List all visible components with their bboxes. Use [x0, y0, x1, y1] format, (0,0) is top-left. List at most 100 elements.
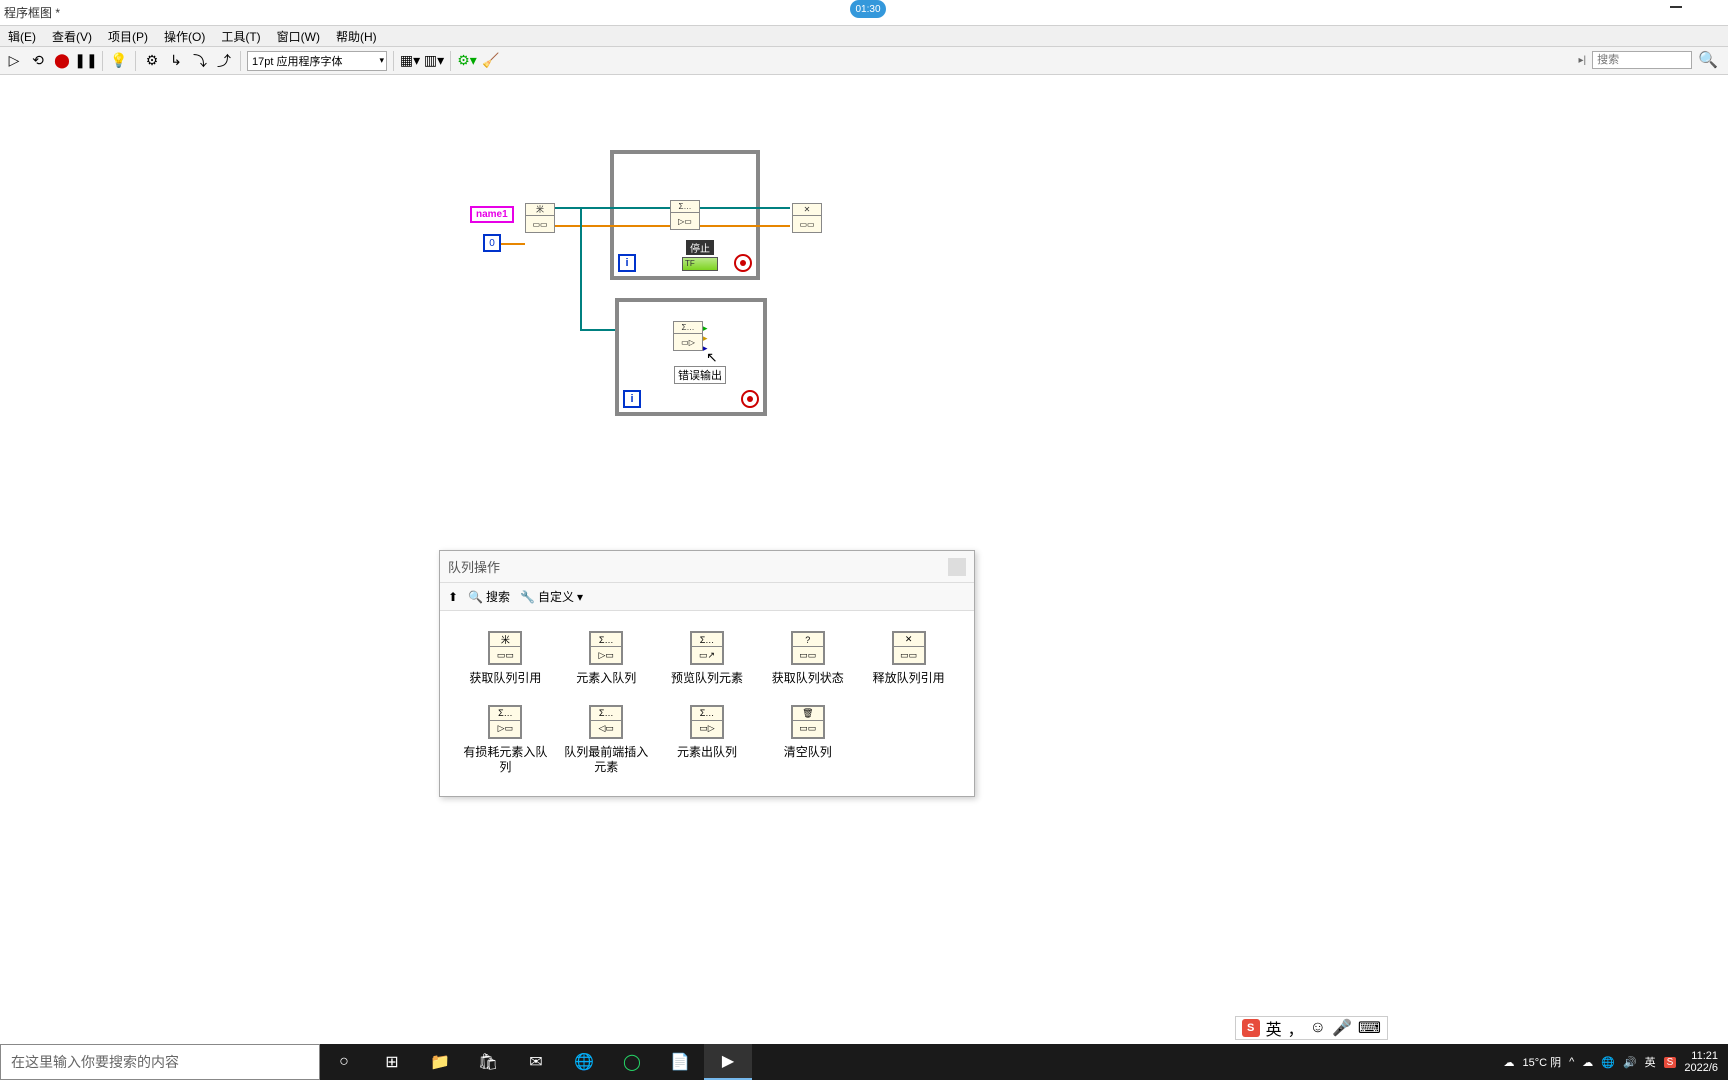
palette-item-preview[interactable]: Σ…▭↗预览队列元素 — [662, 631, 753, 687]
obtain-queue-node[interactable]: 米 ▭▭ — [525, 203, 555, 233]
step-over-button[interactable]: ⤵ — [190, 51, 210, 71]
ime-emoji-icon[interactable]: ☺ — [1310, 1019, 1326, 1037]
enqueue-element-node[interactable]: Σ… ▷▭ — [670, 200, 700, 230]
tray-network-icon[interactable]: 🌐 — [1601, 1056, 1615, 1069]
step-into-button[interactable]: ↳ — [166, 51, 186, 71]
menu-operate[interactable]: 操作(O) — [156, 28, 213, 45]
dequeue-element-node[interactable]: Σ… ▭▷ — [673, 321, 703, 351]
queue-body-icon: ▭▭ — [793, 216, 821, 232]
run-button[interactable]: ▷ — [4, 51, 24, 71]
palette-customize-button[interactable]: 🔧 自定义▾ — [520, 588, 583, 605]
tray-clock[interactable]: 11:21 2022/6 — [1684, 1050, 1718, 1074]
palette-item-status[interactable]: ?▭▭获取队列状态 — [762, 631, 853, 687]
palette-header[interactable]: 队列操作 — [440, 551, 974, 583]
menu-window[interactable]: 窗口(W) — [269, 28, 328, 45]
search-nav-icon[interactable]: ▸| — [1578, 55, 1586, 66]
align-button[interactable]: ▦▾ — [400, 51, 420, 71]
stop-label: 停止 — [686, 240, 714, 255]
stop-button-control[interactable]: 停止 — [682, 240, 718, 271]
cortana-icon[interactable]: ○ — [320, 1044, 368, 1080]
mail-icon[interactable]: ✉ — [512, 1044, 560, 1080]
distribute-button[interactable]: ▥▾ — [424, 51, 444, 71]
font-selector[interactable]: 17pt 应用程序字体 — [247, 51, 387, 71]
wire — [700, 225, 790, 227]
string-control-name1[interactable]: name1 — [470, 206, 514, 223]
sogou-tray-icon[interactable]: S — [1664, 1057, 1677, 1068]
search-input[interactable] — [1592, 51, 1692, 69]
palette-item-dequeue[interactable]: Σ…▭▷元素出队列 — [662, 705, 753, 776]
numeric-constant-zero[interactable]: 0 — [483, 234, 501, 252]
palette-item-release[interactable]: ✕▭▭释放队列引用 — [863, 631, 954, 687]
menu-edit[interactable]: 辑(E) — [0, 28, 44, 45]
palette-up-button[interactable]: ⬆ — [448, 590, 458, 604]
queue-glyph-icon: 米 — [526, 204, 554, 216]
loop-condition-terminal[interactable] — [741, 390, 759, 408]
reorder-button[interactable]: ⚙▾ — [457, 51, 477, 71]
app-icon[interactable]: 📄 — [656, 1044, 704, 1080]
taskview-icon[interactable]: ⊞ — [368, 1044, 416, 1080]
separator — [393, 51, 394, 71]
palette-item-lossy-enqueue[interactable]: Σ…▷▭有损耗元素入队列 — [460, 705, 551, 776]
step-out-button[interactable]: ⤴ — [214, 51, 234, 71]
ime-lang[interactable]: 英 — [1266, 1016, 1282, 1040]
stop-button-body — [682, 257, 718, 271]
menu-bar: 辑(E) 查看(V) 项目(P) 操作(O) 工具(T) 窗口(W) 帮助(H) — [0, 25, 1728, 47]
run-continuous-button[interactable]: ⟲ — [28, 51, 48, 71]
highlight-exec-button[interactable]: 💡 — [109, 51, 129, 71]
store-icon[interactable]: 🛍 — [464, 1044, 512, 1080]
tray-volume-icon[interactable]: 🔊 — [1623, 1056, 1637, 1069]
palette-close-button[interactable] — [948, 558, 966, 576]
menu-tools[interactable]: 工具(T) — [213, 28, 268, 45]
palette-item-enqueue-front[interactable]: Σ…◁▭队列最前端插入元素 — [561, 705, 652, 776]
tray-onedrive-icon[interactable]: ☁ — [1582, 1056, 1593, 1069]
tray-expand-icon[interactable]: ^ — [1569, 1056, 1574, 1068]
tip-strip-error-out: 错误输出 — [674, 366, 726, 384]
menu-project[interactable]: 项目(P) — [100, 28, 156, 45]
loop-iteration-terminal: i — [623, 390, 641, 408]
menu-view[interactable]: 查看(V) — [44, 28, 100, 45]
ime-toolbar[interactable]: S 英 ， ☺ 🎤 ⌨ — [1235, 1016, 1388, 1040]
labview-icon[interactable]: ▶ — [704, 1044, 752, 1080]
palette-item-obtain-queue[interactable]: 米▭▭获取队列引用 — [460, 631, 551, 687]
weather-icon[interactable]: ☁ — [1503, 1056, 1514, 1069]
abort-button[interactable]: ⬤ — [52, 51, 72, 71]
taskbar-search[interactable]: 在这里输入你要搜索的内容 — [0, 1044, 320, 1080]
palette-item-flush[interactable]: 🗑▭▭清空队列 — [762, 705, 853, 776]
whatsapp-icon[interactable]: ◯ — [608, 1044, 656, 1080]
wire-ref — [580, 207, 582, 331]
palette-item-enqueue[interactable]: Σ…▷▭元素入队列 — [561, 631, 652, 687]
search-icon[interactable]: 🔍 — [1698, 50, 1718, 70]
minimize-button[interactable] — [1670, 6, 1682, 8]
tray-ime-lang[interactable]: 英 — [1645, 1054, 1656, 1070]
functions-palette[interactable]: 队列操作 ⬆ 🔍 搜索 🔧 自定义▾ 米▭▭获取队列引用 Σ…▷▭元素入队列 Σ… — [439, 550, 975, 797]
palette-body: 米▭▭获取队列引用 Σ…▷▭元素入队列 Σ…▭↗预览队列元素 ?▭▭获取队列状态… — [440, 611, 974, 796]
taskbar-search-placeholder: 在这里输入你要搜索的内容 — [11, 1052, 179, 1072]
cleanup-button[interactable]: 🧹 — [481, 51, 501, 71]
palette-search-button[interactable]: 🔍 搜索 — [468, 588, 510, 605]
block-diagram-canvas[interactable]: name1 0 米 ▭▭ i Σ… ▷▭ 停止 ✕ ▭▭ i Σ… ▭▷ — [0, 75, 1728, 1050]
wire-ref — [610, 207, 670, 209]
tray-time: 11:21 — [1684, 1050, 1718, 1062]
title-bar: 程序框图 * 01:30 — [0, 0, 1728, 25]
ime-punct-icon[interactable]: ， — [1288, 1016, 1304, 1040]
retain-wire-button[interactable]: ⚙ — [142, 51, 162, 71]
edge-icon[interactable]: 🌐 — [560, 1044, 608, 1080]
pause-button[interactable]: ❚❚ — [76, 51, 96, 71]
weather-text[interactable]: 15°C 阴 — [1522, 1054, 1561, 1070]
release-queue-node[interactable]: ✕ ▭▭ — [792, 203, 822, 233]
wire-ref — [700, 207, 790, 209]
ime-keyboard-icon[interactable]: ⌨ — [1358, 1018, 1381, 1038]
ime-mic-icon[interactable]: 🎤 — [1332, 1018, 1352, 1038]
queue-body-icon: ▭▷ — [674, 334, 702, 350]
separator — [450, 51, 451, 71]
explorer-icon[interactable]: 📁 — [416, 1044, 464, 1080]
separator — [102, 51, 103, 71]
loop-condition-terminal[interactable] — [734, 254, 752, 272]
menu-help[interactable]: 帮助(H) — [328, 28, 385, 45]
queue-body-icon: ▷▭ — [671, 213, 699, 229]
cursor-icon: ↖ — [706, 349, 718, 366]
palette-title: 队列操作 — [448, 557, 500, 576]
sogou-icon[interactable]: S — [1242, 1019, 1260, 1037]
while-loop-consumer[interactable]: i — [615, 298, 767, 416]
toolbar: ▷ ⟲ ⬤ ❚❚ 💡 ⚙ ↳ ⤵ ⤴ 17pt 应用程序字体 ▦▾ ▥▾ ⚙▾ … — [0, 47, 1728, 75]
